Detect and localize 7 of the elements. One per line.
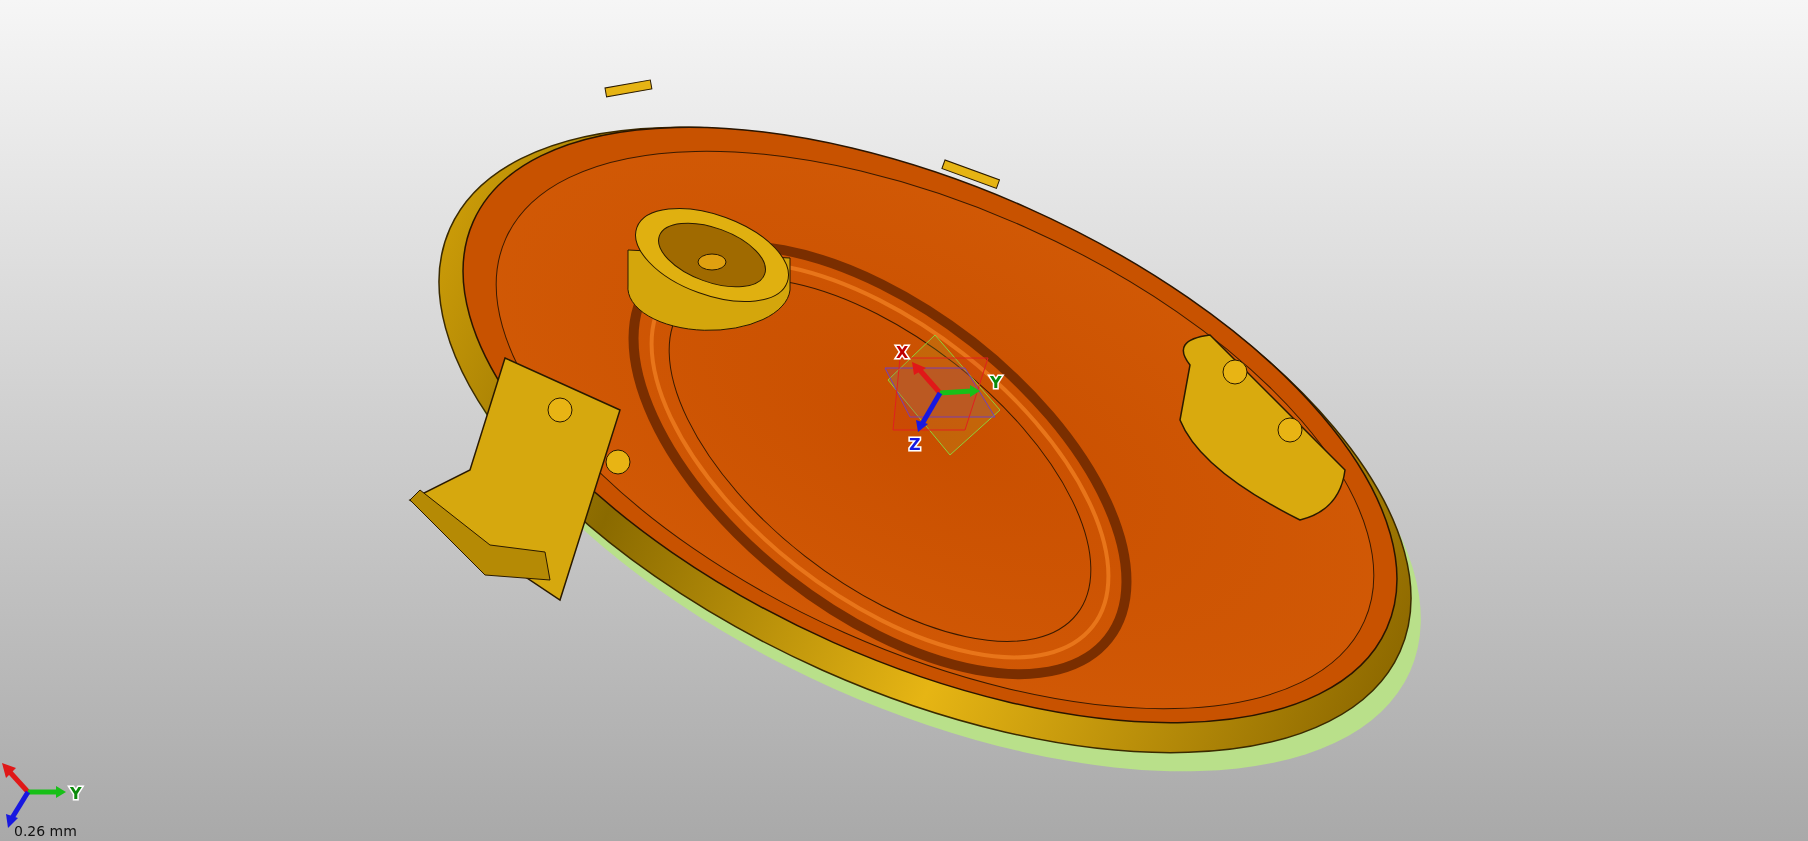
y-axis-label: Y xyxy=(70,784,82,803)
orientation-triad-drawing xyxy=(2,763,66,828)
axis-triad-drawing xyxy=(912,362,980,432)
scale-label: 0.26 mm xyxy=(14,823,77,839)
z-axis-label: Z xyxy=(909,435,921,454)
y-axis-label: Y xyxy=(990,373,1002,392)
x-axis-label: X xyxy=(896,343,909,362)
